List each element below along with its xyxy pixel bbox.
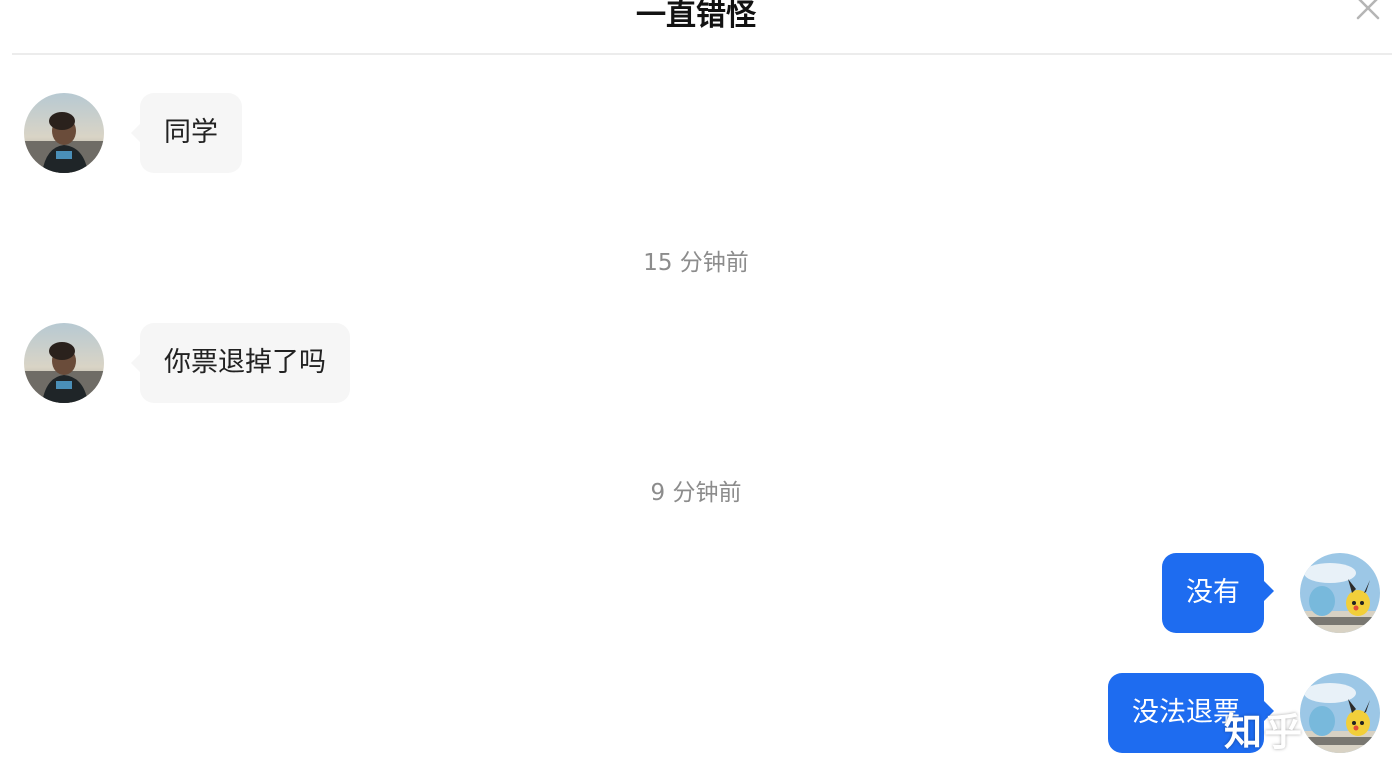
message-text: 同学: [164, 117, 218, 148]
message-text: 你票退掉了吗: [164, 347, 326, 378]
user-avatar[interactable]: [1300, 673, 1380, 753]
message-timestamp: 15 分钟前: [643, 250, 749, 276]
header-divider: [12, 53, 1392, 55]
contact-avatar[interactable]: [24, 323, 104, 403]
zhihu-watermark: 知乎: [1224, 710, 1305, 754]
chat-header: 一直错怪: [0, 0, 1392, 54]
message-bubble-incoming[interactable]: 同学: [131, 93, 242, 173]
message-timestamp: 9 分钟前: [650, 480, 742, 506]
contact-avatar[interactable]: [24, 93, 104, 173]
close-icon: [1356, 0, 1380, 20]
message-text: 没有: [1186, 577, 1240, 608]
message-bubble-outgoing[interactable]: 没有: [1162, 553, 1274, 633]
user-avatar[interactable]: [1300, 553, 1380, 633]
chat-title: 一直错怪: [636, 0, 756, 33]
close-button[interactable]: [1346, 0, 1386, 26]
message-bubble-incoming[interactable]: 你票退掉了吗: [131, 323, 350, 403]
